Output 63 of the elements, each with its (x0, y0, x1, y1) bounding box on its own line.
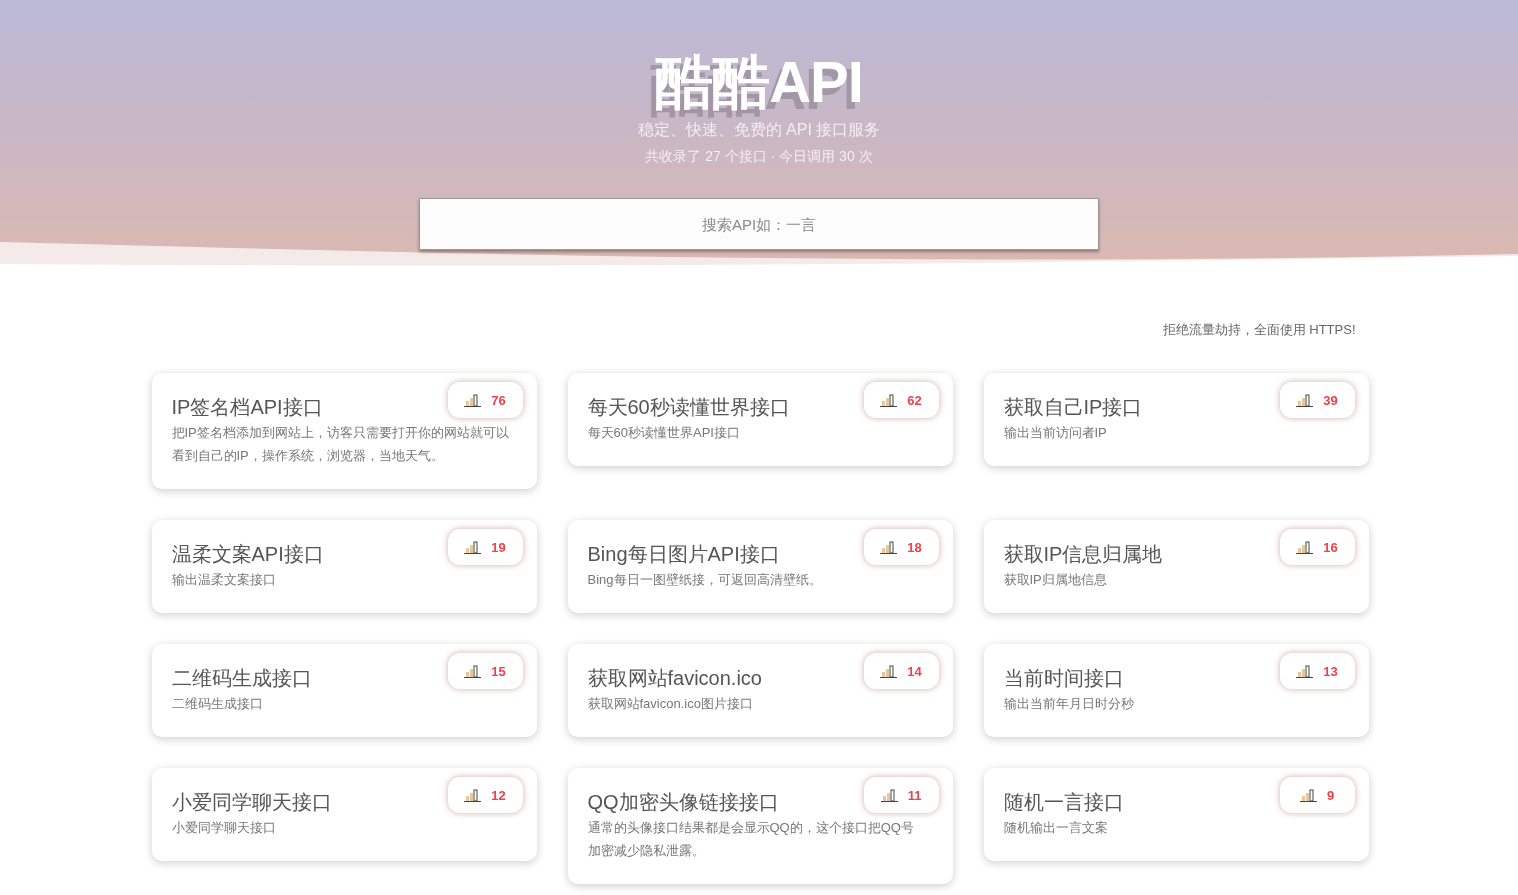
api-card[interactable]: 二维码生成接口 二维码生成接口 15 (151, 644, 537, 737)
card-title: QQ加密头像链接接口 (587, 790, 779, 815)
card-title: 获取网站favicon.ico (587, 666, 762, 691)
call-count: 15 (491, 663, 506, 679)
bar-chart-icon (464, 540, 482, 554)
https-notice: 拒绝流量劫持，全面使用 HTTPS! (1161, 321, 1357, 339)
card-description: 输出当前年月日时分秒 (1003, 695, 1135, 713)
card-title: 随机一言接口 (1003, 790, 1124, 815)
site-title: 酷酷API (655, 50, 863, 114)
call-count: 16 (1323, 539, 1338, 555)
api-card[interactable]: 小爱同学聊天接口 小爱同学聊天接口 12 (151, 768, 537, 861)
card-description: 获取网站favicon.ico图片接口 (587, 695, 754, 713)
call-count: 9 (1326, 787, 1335, 803)
card-title: 获取IP信息归属地 (1003, 542, 1163, 567)
card-description: 把IP签名档添加到网站上，访客只需要打开你的网站就可以看到自己的IP，操作系统，浏览器，当地天气。 (171, 424, 510, 465)
api-card[interactable]: 获取IP信息归属地 获取IP归属地信息 16 (983, 520, 1369, 613)
api-card[interactable]: IP签名档API接口 把IP签名档添加到网站上，访客只需要打开你的网站就可以看到自己的IP，操作系统，浏览器，当地天气。 76 (151, 373, 537, 489)
card-title: 获取自己IP接口 (1003, 395, 1143, 420)
call-count: 76 (491, 392, 506, 408)
bar-chart-icon (1299, 788, 1317, 802)
api-card[interactable]: Bing每日图片API接口 Bing每日一图壁纸接，可返回高清壁纸。 18 (567, 520, 953, 613)
card-title: 每天60秒读懂世界接口 (587, 395, 790, 420)
card-description: 通常的头像接口结果都是会显示QQ的，这个接口把QQ号加密减少隐私泄露。 (587, 819, 915, 860)
bar-chart-icon (1296, 540, 1314, 554)
api-card[interactable]: 获取自己IP接口 输出当前访问者IP 39 (983, 373, 1369, 466)
card-title: 小爱同学聊天接口 (171, 790, 332, 815)
api-card[interactable]: 每天60秒读懂世界接口 每天60秒读懂世界API接口 62 (567, 373, 953, 466)
bar-chart-icon (464, 788, 482, 802)
call-count: 13 (1323, 663, 1338, 679)
card-title: 二维码生成接口 (171, 666, 312, 691)
card-title: 当前时间接口 (1003, 666, 1124, 691)
call-count: 14 (907, 663, 922, 679)
call-count: 18 (907, 539, 922, 555)
bar-chart-icon (464, 393, 482, 407)
bar-chart-icon (880, 664, 898, 678)
bar-chart-icon (1296, 393, 1314, 407)
api-card[interactable]: 温柔文案API接口 输出温柔文案接口 19 (151, 520, 537, 613)
card-description: 获取IP归属地信息 (1003, 571, 1108, 589)
bar-chart-icon (880, 540, 898, 554)
bar-chart-icon (464, 664, 482, 678)
call-count: 19 (491, 539, 506, 555)
bar-chart-icon (1296, 664, 1314, 678)
call-count: 62 (907, 392, 922, 408)
api-card[interactable]: 随机一言接口 随机输出一言文案 9 (983, 768, 1369, 861)
call-count: 39 (1323, 392, 1338, 408)
call-count: 12 (491, 787, 506, 803)
card-description: 输出温柔文案接口 (171, 571, 277, 589)
api-card[interactable]: 当前时间接口 输出当前年月日时分秒 13 (983, 644, 1369, 737)
card-description: 小爱同学聊天接口 (171, 819, 277, 837)
card-title: 温柔文案API接口 (171, 542, 324, 567)
search-field[interactable]: 搜索API如：一言 (419, 198, 1099, 250)
card-description: 二维码生成接口 (171, 695, 264, 713)
card-title: IP签名档API接口 (171, 395, 323, 420)
call-count: 11 (907, 787, 922, 803)
card-description: 输出当前访问者IP (1003, 424, 1108, 442)
bar-chart-icon (880, 393, 898, 407)
card-title: Bing每日图片API接口 (587, 542, 780, 567)
card-description: 随机输出一言文案 (1003, 819, 1109, 837)
card-description: Bing每日一图壁纸接，可返回高清壁纸。 (587, 571, 823, 589)
api-card[interactable]: 获取网站favicon.ico 获取网站favicon.ico图片接口 14 (567, 644, 953, 737)
card-description: 每天60秒读懂世界API接口 (587, 424, 741, 442)
api-card[interactable]: QQ加密头像链接接口 通常的头像接口结果都是会显示QQ的，这个接口把QQ号加密减少隐私泄露。 11 (567, 768, 953, 884)
bar-chart-icon (880, 788, 898, 802)
